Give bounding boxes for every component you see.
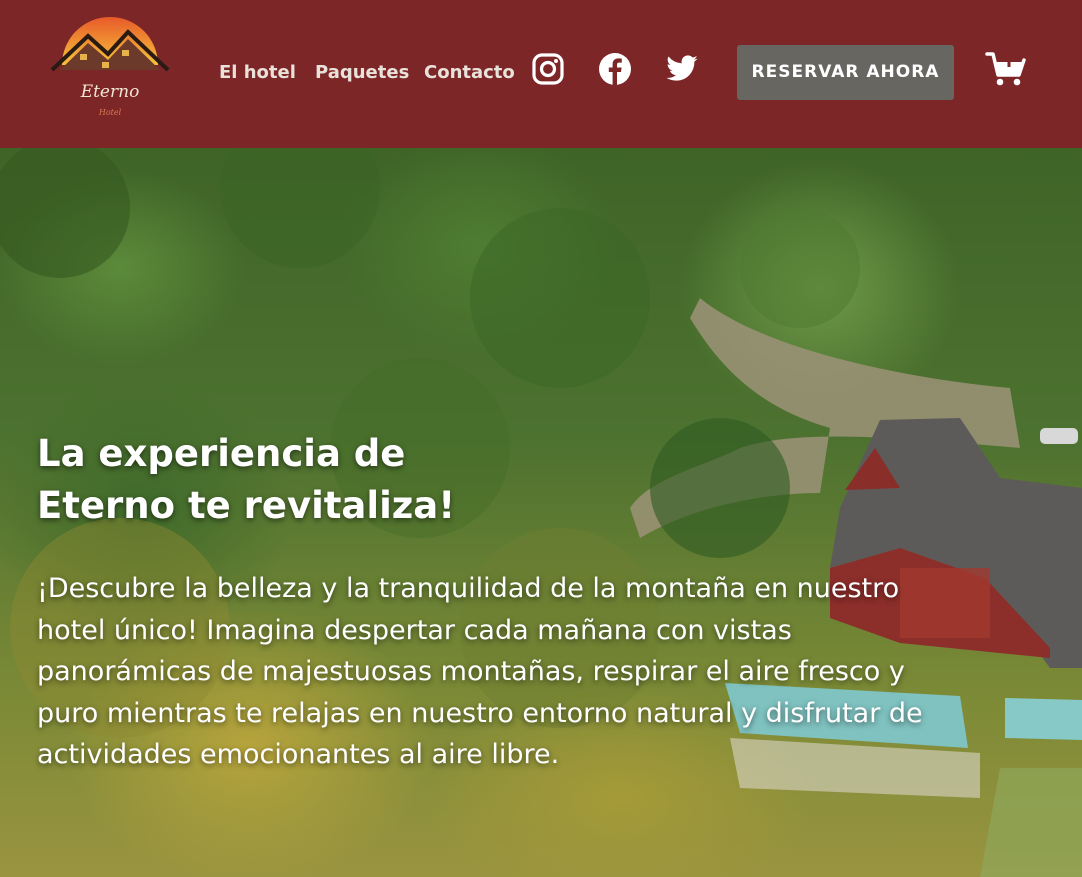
hero-description: ¡Descubre la belleza y la tranquilidad d… xyxy=(37,573,923,770)
cart-add-icon[interactable] xyxy=(985,50,1027,88)
facebook-icon[interactable] xyxy=(598,52,632,86)
instagram-icon[interactable] xyxy=(531,52,565,86)
hero-title: La experiencia de Eterno te revitaliza! xyxy=(37,428,557,532)
nav-link-paquetes[interactable]: Paquetes xyxy=(315,62,409,83)
brand-name: Eterno xyxy=(80,82,140,102)
hero-title-line-1: La experiencia de xyxy=(37,432,406,475)
site-header: Eterno Hotel El hotel Paquetes Contacto … xyxy=(0,0,1082,148)
hero-banner: La experiencia de Eterno te revitaliza! … xyxy=(0,148,1082,877)
twitter-icon[interactable] xyxy=(665,52,699,86)
hero-title-line-2: Eterno te revitaliza! xyxy=(37,484,456,527)
reserve-now-button[interactable]: RESERVAR AHORA xyxy=(737,45,954,100)
brand-subtitle: Hotel xyxy=(98,108,122,117)
nav-link-contacto[interactable]: Contacto xyxy=(424,62,515,83)
mountain-roof-sun-icon xyxy=(50,17,170,72)
brand-logo[interactable]: Eterno Hotel xyxy=(50,10,170,125)
nav-link-el-hotel[interactable]: El hotel xyxy=(219,62,296,83)
